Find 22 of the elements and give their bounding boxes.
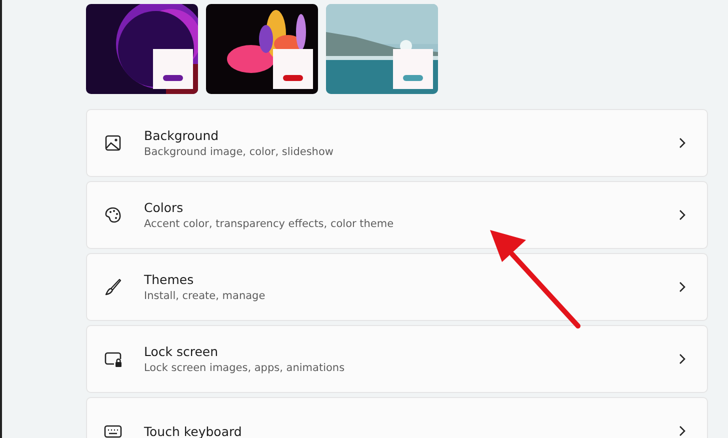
chevron-icon [677, 281, 687, 293]
card-description: Accent color, transparency effects, color theme [144, 218, 395, 230]
chevron-icon [677, 425, 687, 437]
image-icon [103, 133, 123, 153]
card-title: Themes [144, 272, 195, 287]
palette-icon [103, 205, 123, 225]
settings-card[interactable]: Lock screen Lock screen images, apps, animations [86, 325, 708, 393]
settings-card[interactable]: Background Background image, color, slideshow [86, 109, 708, 177]
chevron-icon [677, 137, 687, 149]
settings-card[interactable]: Touch keyboard [86, 397, 708, 438]
brush-icon [103, 277, 123, 297]
card-title: Touch keyboard [144, 424, 243, 438]
card-description: Background image, color, slideshow [144, 146, 334, 158]
settings-card[interactable]: Colors Accent color, transparency effects, color theme [86, 181, 708, 249]
card-description: Lock screen images, apps, animations [144, 362, 346, 374]
settings-card[interactable]: Themes Install, create, manage [86, 253, 708, 321]
chevron-icon [677, 353, 687, 365]
card-title: Colors [144, 200, 184, 215]
card-title: Lock screen [144, 344, 220, 359]
card-title: Background [144, 128, 220, 143]
chevron-icon [677, 209, 687, 221]
card-description: Install, create, manage [144, 290, 266, 302]
